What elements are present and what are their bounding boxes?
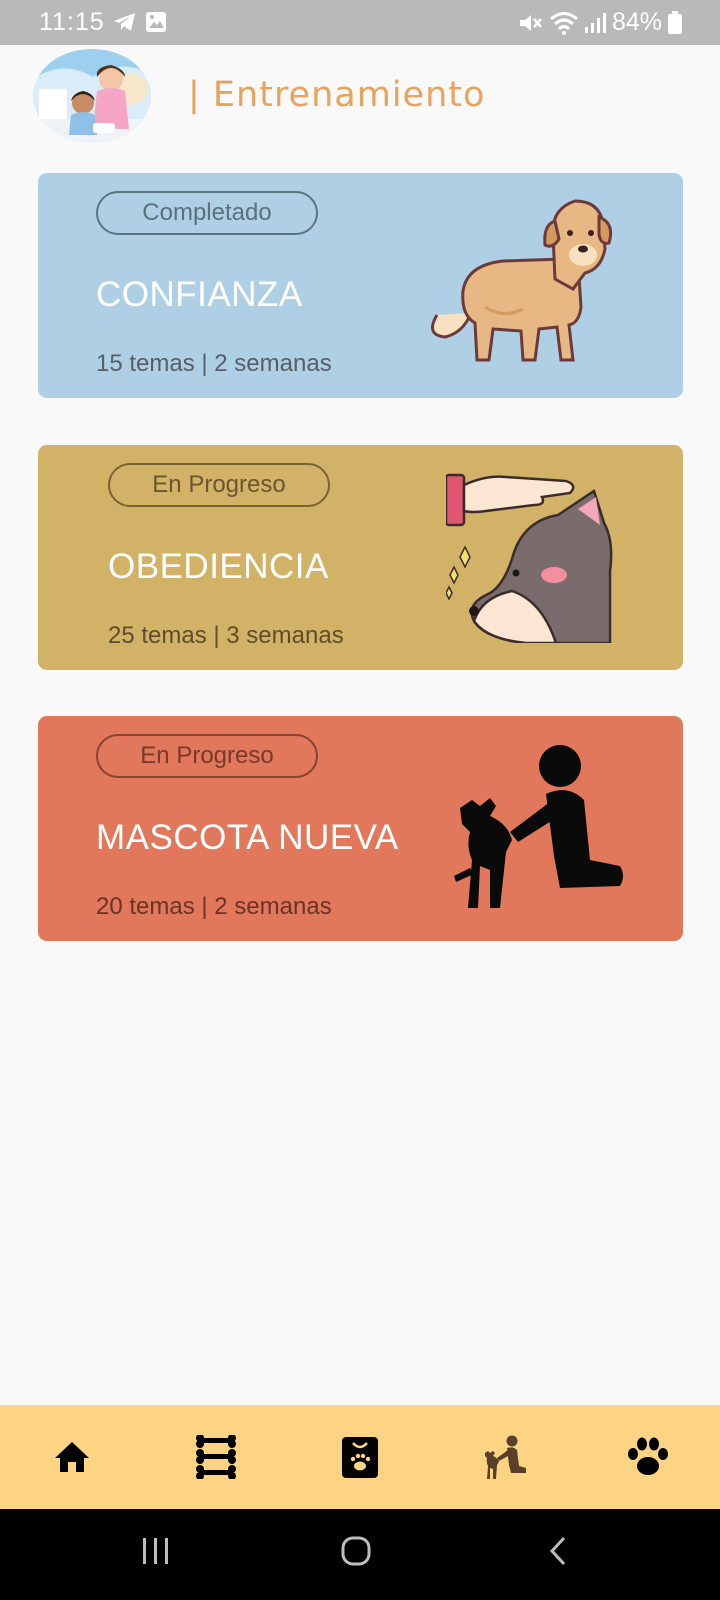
nav-training[interactable] <box>288 1405 432 1509</box>
wifi-icon <box>550 12 578 35</box>
nav-home[interactable] <box>0 1405 144 1509</box>
course-card-confianza[interactable]: Completado CONFIANZA 15 temas | 2 semana… <box>38 173 683 398</box>
nav-paw[interactable] <box>576 1405 720 1509</box>
golden-dog-illustration <box>431 199 613 362</box>
person-with-dog-icon <box>454 745 623 908</box>
app-screen: | Entrenamiento Completado CONFIANZA 15 … <box>0 45 720 1405</box>
course-meta: 15 temas | 2 semanas <box>96 350 332 377</box>
hand-petting-dog-illustration <box>446 473 613 643</box>
status-badge: En Progreso <box>96 734 318 778</box>
recents-icon[interactable] <box>140 1535 172 1567</box>
nav-dog-trainer[interactable] <box>432 1405 576 1509</box>
signal-icon <box>585 13 606 33</box>
course-card-mascota-nueva[interactable]: En Progreso MASCOTA NUEVA 20 temas | 2 s… <box>38 716 683 941</box>
status-time: 11:15 <box>39 8 105 36</box>
status-badge: En Progreso <box>108 463 330 507</box>
home-circle-icon[interactable] <box>340 1535 372 1567</box>
page-title: | Entrenamiento <box>188 75 486 115</box>
bottom-nav <box>0 1405 720 1509</box>
system-nav-bar <box>0 1509 720 1600</box>
dog-trainer-icon <box>485 1435 526 1479</box>
nav-bones[interactable] <box>144 1405 288 1509</box>
paw-icon <box>628 1437 668 1475</box>
course-title: CONFIANZA <box>96 275 303 314</box>
course-meta: 20 temas | 2 semanas <box>96 893 332 920</box>
avatar-illustration <box>33 49 151 143</box>
course-title: OBEDIENCIA <box>108 547 329 586</box>
avatar[interactable] <box>33 49 151 143</box>
status-bar: 11:15 84% <box>0 0 720 45</box>
mute-icon <box>520 15 542 31</box>
training-icon <box>342 1437 378 1478</box>
battery-icon <box>668 11 682 34</box>
header: | Entrenamiento <box>0 45 720 155</box>
course-meta: 25 temas | 3 semanas <box>108 622 344 649</box>
home-icon <box>55 1442 89 1472</box>
bones-icon <box>196 1435 236 1479</box>
status-badge: Completado <box>96 191 318 235</box>
telegram-icon <box>114 13 135 31</box>
course-card-obediencia[interactable]: En Progreso OBEDIENCIA 25 temas | 3 sema… <box>38 445 683 670</box>
course-title: MASCOTA NUEVA <box>96 818 399 857</box>
gallery-icon <box>146 12 166 32</box>
battery-percentage: 84% <box>612 8 663 36</box>
back-icon[interactable] <box>546 1535 570 1567</box>
